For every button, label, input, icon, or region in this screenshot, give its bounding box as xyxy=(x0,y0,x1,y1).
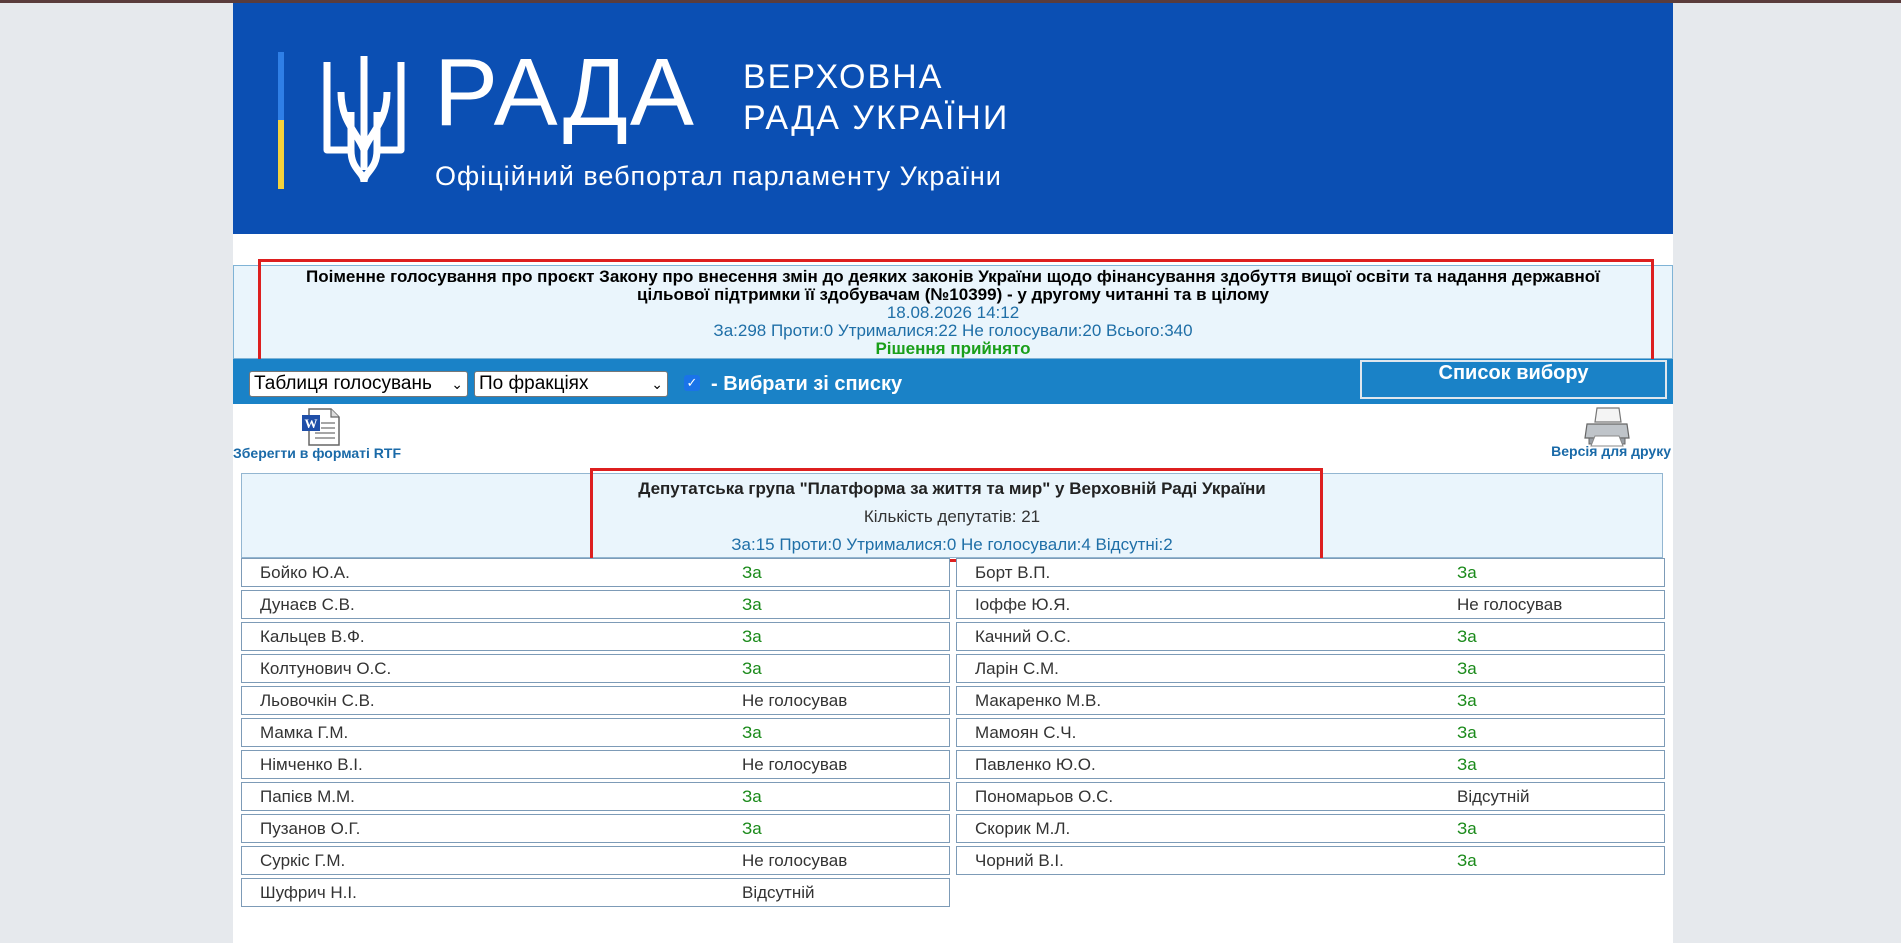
deputy-name: Борт В.П. xyxy=(975,563,1051,582)
deputy-name: Льовочкін С.В. xyxy=(260,691,375,710)
deputy-name: Павленко Ю.О. xyxy=(975,755,1096,774)
printer-icon[interactable] xyxy=(1583,406,1631,448)
deputy-name: Іоффе Ю.Я. xyxy=(975,595,1071,614)
deputy-name: Дунаєв С.В. xyxy=(260,595,355,614)
deputy-vote: За xyxy=(1457,755,1477,774)
chevron-down-icon: ⌄ xyxy=(651,376,663,392)
logo-subtitle[interactable]: ВЕРХОВНА РАДА УКРАЇНИ xyxy=(743,57,1009,139)
deputy-row: Павленко Ю.О. За xyxy=(956,750,1665,779)
deputy-row: Мамоян С.Ч. За xyxy=(956,718,1665,747)
page-container: РАДА ВЕРХОВНА РАДА УКРАЇНИ Офіційний веб… xyxy=(233,3,1673,943)
deputy-name: Колтунович О.С. xyxy=(260,659,392,678)
print-version-link[interactable]: Версія для друку xyxy=(1551,443,1671,459)
deputy-row: Борт В.П. За xyxy=(956,558,1665,587)
deputy-vote: Не голосував xyxy=(742,755,848,774)
deputy-vote: Не голосував xyxy=(742,851,848,870)
deputy-row: Кальцев В.Ф. За xyxy=(241,622,950,651)
deputy-name: Ларін С.М. xyxy=(975,659,1059,678)
deputy-name: Качний О.С. xyxy=(975,627,1071,646)
selection-list-button[interactable]: Список вибору xyxy=(1360,360,1667,399)
deputy-name: Бойко Ю.А. xyxy=(260,563,350,582)
deputy-name: Німченко В.І. xyxy=(260,755,363,774)
vote-result: Рішення прийнято xyxy=(875,339,1031,358)
chevron-down-icon: ⌄ xyxy=(451,376,463,392)
deputy-vote: Не голосував xyxy=(742,691,848,710)
deputy-name: Пономарьов О.С. xyxy=(975,787,1114,806)
deputy-row: Суркіс Г.М. Не голосував xyxy=(241,846,950,875)
flag-stripe xyxy=(278,52,284,189)
deputy-vote: Не голосував xyxy=(1457,595,1563,614)
checkbox-label: - Вибрати зі списку xyxy=(711,373,903,395)
deputy-row: Ларін С.М. За xyxy=(956,654,1665,683)
deputy-name: Пузанов О.Г. xyxy=(260,819,361,838)
vote-info-panel: Поіменне голосування про проєкт Закону п… xyxy=(233,265,1673,359)
site-header: РАДА ВЕРХОВНА РАДА УКРАЇНИ Офіційний веб… xyxy=(233,3,1673,234)
site-tagline: Офіційний вебпортал парламенту України xyxy=(435,161,1002,191)
faction-count: Кількість депутатів: 21 xyxy=(863,507,1041,526)
deputy-vote: За xyxy=(742,723,762,742)
logo-sub-line2: РАДА УКРАЇНИ xyxy=(743,99,1010,137)
deputy-name: Суркіс Г.М. xyxy=(260,851,346,870)
view-select[interactable]: Таблиця голосувань ⌄ xyxy=(249,371,468,397)
group-select[interactable]: По фракціях ⌄ xyxy=(474,371,668,397)
toolbar: Таблиця голосувань ⌄ По фракціях ⌄ ✓ - В… xyxy=(233,359,1673,404)
deputy-vote: За xyxy=(1457,627,1477,646)
deputy-row: Іоффе Ю.Я. Не голосував xyxy=(956,590,1665,619)
deputy-row: Шуфрич Н.І. Відсутній xyxy=(241,878,950,907)
deputy-row: Бойко Ю.А. За xyxy=(241,558,950,587)
view-select-value: Таблиця голосувань xyxy=(254,373,432,394)
deputy-row: Чорний В.І. За xyxy=(956,846,1665,875)
vote-datetime: 18.08.2026 14:12 xyxy=(886,303,1020,322)
deputy-name: Шуфрич Н.І. xyxy=(260,883,357,902)
faction-title: Депутатська група "Платформа за життя та… xyxy=(638,479,1266,498)
deputy-vote: За xyxy=(1457,723,1477,742)
deputy-vote: За xyxy=(1457,851,1477,870)
deputy-vote: За xyxy=(1457,819,1477,838)
deputy-row: Скорик М.Л. За xyxy=(956,814,1665,843)
vote-summary: За:298 Проти:0 Утрималися:22 Не голосува… xyxy=(713,321,1193,340)
deputy-vote: За xyxy=(1457,691,1477,710)
word-document-icon[interactable]: W xyxy=(301,407,345,447)
deputy-row: Качний О.С. За xyxy=(956,622,1665,651)
deputy-vote: За xyxy=(742,595,762,614)
deputy-row: Льовочкін С.В. Не голосував xyxy=(241,686,950,715)
deputy-name: Мамка Г.М. xyxy=(260,723,349,742)
deputy-vote: За xyxy=(1457,563,1477,582)
deputy-name: Чорний В.І. xyxy=(975,851,1064,870)
deputy-vote: Відсутній xyxy=(742,883,815,902)
faction-summary: За:15 Проти:0 Утрималися:0 Не голосували… xyxy=(731,535,1173,554)
deputy-name: Кальцев В.Ф. xyxy=(260,627,365,646)
deputy-vote: За xyxy=(742,819,762,838)
deputy-name: Скорик М.Л. xyxy=(975,819,1071,838)
faction-header: Депутатська група "Платформа за життя та… xyxy=(241,473,1663,558)
logo-word[interactable]: РАДА xyxy=(434,43,696,143)
deputy-row: Дунаєв С.В. За xyxy=(241,590,950,619)
trident-icon[interactable] xyxy=(321,52,407,190)
deputy-row: Мамка Г.М. За xyxy=(241,718,950,747)
save-rtf-link[interactable]: Зберегти в форматі RTF xyxy=(233,445,401,461)
logo-sub-line1: ВЕРХОВНА xyxy=(743,58,944,96)
deputy-row: Колтунович О.С. За xyxy=(241,654,950,683)
deputy-row: Пузанов О.Г. За xyxy=(241,814,950,843)
deputy-name: Мамоян С.Ч. xyxy=(975,723,1077,742)
svg-text:W: W xyxy=(305,416,318,431)
deputy-vote: За xyxy=(742,627,762,646)
deputy-row: Німченко В.І. Не голосував xyxy=(241,750,950,779)
deputy-row: Пономарьов О.С. Відсутній xyxy=(956,782,1665,811)
deputy-vote: За xyxy=(742,659,762,678)
deputy-vote: За xyxy=(742,563,762,582)
select-from-list-checkbox[interactable]: ✓ xyxy=(684,375,700,391)
deputy-vote: За xyxy=(742,787,762,806)
deputy-name: Макаренко М.В. xyxy=(975,691,1102,710)
deputy-row: Макаренко М.В. За xyxy=(956,686,1665,715)
deputy-vote: Відсутній xyxy=(1457,787,1530,806)
deputy-name: Папієв М.М. xyxy=(260,787,355,806)
deputy-row: Папієв М.М. За xyxy=(241,782,950,811)
vote-title: Поіменне голосування про проєкт Закону п… xyxy=(306,267,1600,304)
group-select-value: По фракціях xyxy=(479,373,589,394)
deputy-vote: За xyxy=(1457,659,1477,678)
